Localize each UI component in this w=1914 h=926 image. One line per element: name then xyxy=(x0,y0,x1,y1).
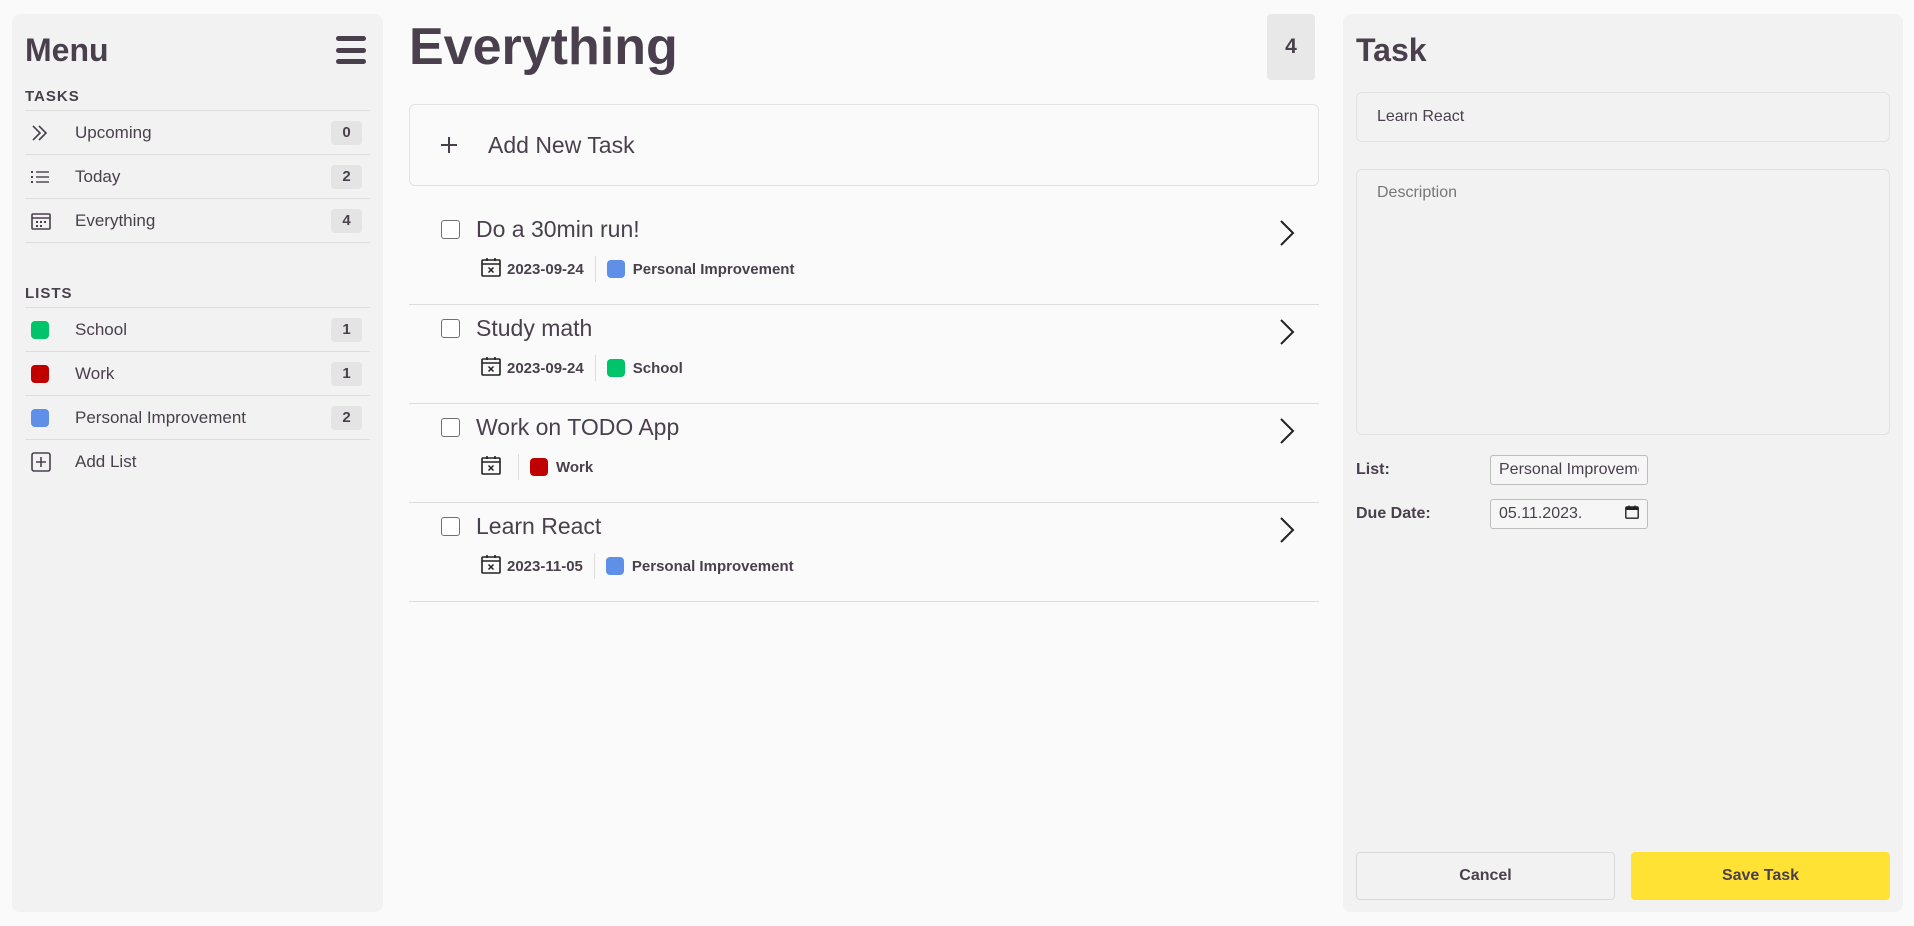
list-color-swatch xyxy=(31,320,49,339)
detail-title: Task xyxy=(1356,32,1427,68)
task-meta: 2023-09-24 School xyxy=(481,355,683,381)
due-date-input[interactable]: 05.11.2023. xyxy=(1490,499,1648,529)
sidebar-item-school[interactable]: School 1 xyxy=(25,308,370,352)
task-list-name: School xyxy=(632,359,683,377)
task-list-name: Work xyxy=(556,458,594,476)
count-badge: 1 xyxy=(331,317,362,342)
list-form-row: List: Personal Improvement xyxy=(1356,455,1890,485)
calendar-icon[interactable] xyxy=(1625,505,1639,524)
page-title: Everything xyxy=(409,18,678,76)
list-color-swatch xyxy=(606,359,625,377)
sidebar-item-label: Everything xyxy=(75,210,156,230)
divider xyxy=(594,355,596,381)
sidebar-item-label: Personal Improvement xyxy=(75,407,247,427)
tasks-section-heading: TASKS xyxy=(25,88,370,111)
calendar-grid-icon xyxy=(31,212,65,230)
task-due-date: 2023-11-05 xyxy=(507,557,583,575)
task-detail-panel: Task Learn React Description List: Perso… xyxy=(1343,14,1903,912)
plus-square-icon xyxy=(31,452,65,472)
sidebar-item-everything[interactable]: Everything 4 xyxy=(25,199,370,243)
cancel-button[interactable]: Cancel xyxy=(1356,852,1615,900)
sidebar-item-label: School xyxy=(75,319,127,339)
list-color-swatch xyxy=(605,557,624,575)
task-name-input[interactable]: Learn React xyxy=(1356,92,1890,142)
due-date-label: Due Date: xyxy=(1356,505,1431,522)
list-label: List: xyxy=(1356,461,1390,478)
calendar-x-icon xyxy=(481,554,501,579)
calendar-x-icon xyxy=(481,455,501,480)
sidebar-item-work[interactable]: Work 1 xyxy=(25,352,370,396)
list-icon xyxy=(31,170,65,184)
count-badge: 4 xyxy=(331,208,362,233)
chevron-right-icon[interactable] xyxy=(1279,517,1295,548)
task-meta: Work xyxy=(481,454,593,480)
chevron-right-icon[interactable] xyxy=(1279,418,1295,449)
chevron-right-icon[interactable] xyxy=(1279,220,1295,251)
sidebar-item-personal-improvement[interactable]: Personal Improvement 2 xyxy=(25,396,370,440)
task-title: Study math xyxy=(476,315,593,341)
sidebar-item-upcoming[interactable]: Upcoming 0 xyxy=(25,111,370,155)
main-header: Everything 4 xyxy=(409,14,1319,80)
sidebar-item-label: Upcoming xyxy=(75,122,152,142)
task-row[interactable]: Work on TODO App Work xyxy=(409,404,1319,503)
list-color-swatch xyxy=(530,458,548,476)
task-list: Do a 30min run! 2023-09-24 Personal Impr… xyxy=(409,206,1319,602)
chevron-right-icon[interactable] xyxy=(1279,319,1295,350)
count-badge: 0 xyxy=(331,120,362,145)
list-select-value: Personal Improvement xyxy=(1499,461,1639,478)
count-badge: 2 xyxy=(331,164,362,189)
sidebar-item-today[interactable]: Today 2 xyxy=(25,155,370,199)
due-date-form-row: Due Date: 05.11.2023. xyxy=(1356,499,1890,529)
task-row[interactable]: Learn React 2023-11-05 Personal Improvem… xyxy=(409,503,1319,602)
task-list-name: Personal Improvement xyxy=(631,557,794,575)
task-checkbox[interactable] xyxy=(441,220,460,239)
task-meta: 2023-09-24 Personal Improvement xyxy=(481,256,794,282)
hamburger-menu-icon[interactable] xyxy=(336,36,366,64)
detail-buttons: Cancel Save Task xyxy=(1356,852,1890,900)
divider xyxy=(593,553,595,579)
list-color-swatch xyxy=(31,408,49,427)
calendar-x-icon xyxy=(481,356,501,381)
due-date-value: 05.11.2023. xyxy=(1499,505,1583,522)
task-title: Do a 30min run! xyxy=(476,216,640,242)
add-new-task-button[interactable]: Add New Task xyxy=(409,104,1319,186)
task-title: Learn React xyxy=(476,513,602,539)
task-row[interactable]: Study math 2023-09-24 School xyxy=(409,305,1319,404)
count-badge: 1 xyxy=(331,361,362,386)
task-checkbox[interactable] xyxy=(441,319,460,338)
task-list-name: Personal Improvement xyxy=(632,260,795,278)
lists-section-heading: LISTS xyxy=(25,285,370,308)
total-count-badge: 4 xyxy=(1267,14,1315,80)
sidebar-item-label: Work xyxy=(75,363,115,383)
sidebar: Menu TASKS Upcoming 0 Today 2 Everything… xyxy=(12,14,383,912)
main-panel: Everything 4 Add New Task Do a 30min run… xyxy=(409,14,1319,602)
save-task-button[interactable]: Save Task xyxy=(1631,852,1890,900)
add-list-button[interactable]: Add List xyxy=(25,440,370,484)
add-new-task-label: Add New Task xyxy=(488,131,635,158)
task-row[interactable]: Do a 30min run! 2023-09-24 Personal Impr… xyxy=(409,206,1319,305)
task-meta: 2023-11-05 Personal Improvement xyxy=(481,553,794,579)
list-color-swatch xyxy=(606,260,625,278)
double-chevron-right-icon xyxy=(31,124,65,141)
sidebar-item-label: Today xyxy=(75,166,121,186)
divider xyxy=(518,454,519,480)
list-color-swatch xyxy=(31,364,49,383)
add-list-label: Add List xyxy=(75,452,137,471)
description-textarea[interactable]: Description xyxy=(1356,169,1890,435)
count-badge: 2 xyxy=(331,405,362,430)
sidebar-title: Menu xyxy=(25,31,109,68)
task-checkbox[interactable] xyxy=(441,418,460,437)
list-select[interactable]: Personal Improvement xyxy=(1490,455,1648,485)
task-due-date: 2023-09-24 xyxy=(507,359,584,377)
sidebar-header: Menu xyxy=(25,32,370,68)
divider xyxy=(594,256,596,282)
task-due-date: 2023-09-24 xyxy=(507,260,584,278)
calendar-x-icon xyxy=(481,257,501,282)
task-title: Work on TODO App xyxy=(476,414,680,440)
plus-icon xyxy=(440,129,480,161)
task-checkbox[interactable] xyxy=(441,517,460,536)
